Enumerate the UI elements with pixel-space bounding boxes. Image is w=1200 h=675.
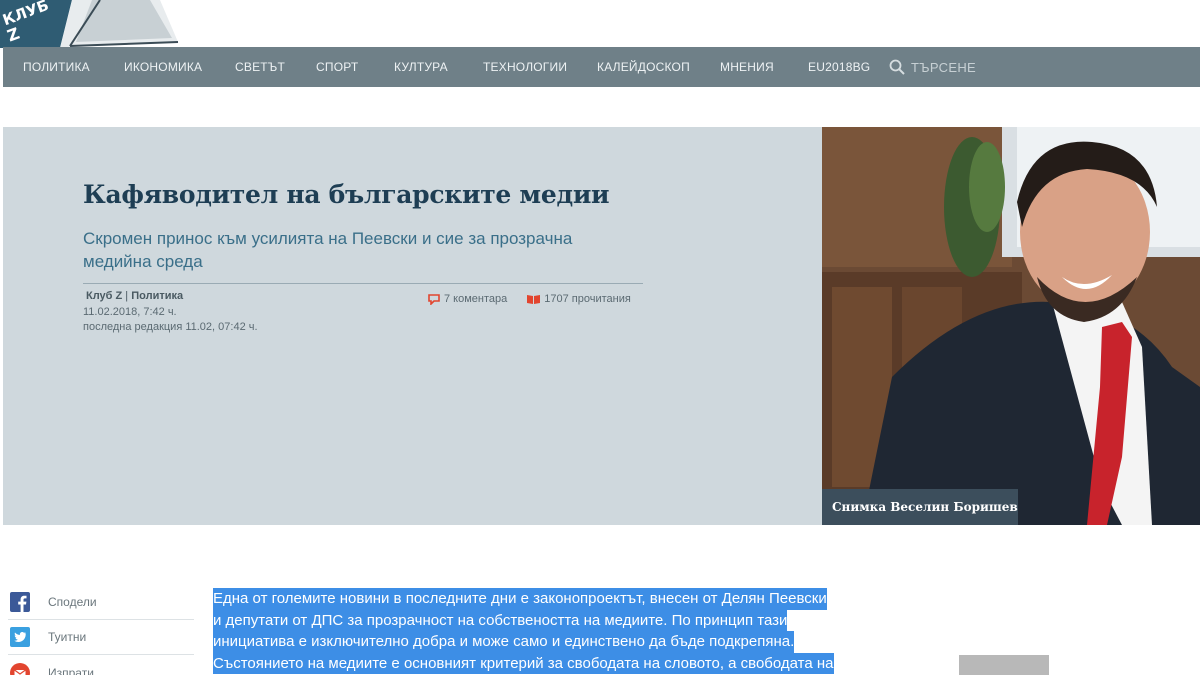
share-label-facebook: Сподели: [48, 595, 97, 609]
search-button[interactable]: ТЪРСЕНЕ: [889, 47, 976, 87]
comment-icon: [428, 293, 440, 305]
nav-item-sport[interactable]: СПОРТ: [316, 60, 358, 74]
comments-count: 7 коментара: [444, 293, 508, 305]
article-meta: Клуб Z | Политика 11.02.2018, 7:42 ч. по…: [83, 289, 258, 336]
search-icon: [889, 59, 905, 75]
book-icon: [527, 295, 541, 304]
views-stat: 1707 прочитания: [527, 293, 631, 305]
nav-item-svetat[interactable]: СВЕТЪТ: [235, 60, 285, 74]
source-link[interactable]: Клуб Z: [86, 290, 122, 302]
share-twitter-button[interactable]: Туитни: [8, 620, 194, 655]
meta-separator: |: [122, 290, 132, 302]
views-count: 1707 прочитания: [544, 293, 631, 305]
photo-image: [822, 127, 1200, 525]
article-stats: 7 коментара 1707 прочитания: [428, 293, 631, 305]
article-title: Кафяводител на българските медии: [83, 180, 610, 209]
photo-caption: Снимка Веселин Боришев: [822, 489, 1018, 525]
article-date: 11.02.2018, 7:42 ч.: [83, 305, 177, 318]
site-logo[interactable]: КЛУБ Z: [0, 0, 200, 48]
article-photo: Снимка Веселин Боришев: [822, 127, 1200, 525]
email-icon: [10, 662, 30, 675]
search-label: ТЪРСЕНЕ: [911, 59, 976, 75]
share-label-email: Изпрати: [48, 665, 94, 675]
share-label-twitter: Туитни: [48, 630, 87, 644]
category-link[interactable]: Политика: [131, 290, 183, 302]
nav-item-ikonomika[interactable]: ИКОНОМИКА: [124, 60, 202, 74]
article-body[interactable]: Една от големите новини в последните дни…: [213, 588, 913, 674]
nav-item-politika[interactable]: ПОЛИТИКА: [23, 60, 90, 74]
share-facebook-button[interactable]: Сподели: [8, 585, 194, 620]
facebook-icon: [10, 592, 30, 612]
body-line: и депутати от ДПС за прозрачност на собс…: [213, 609, 788, 631]
body-line: инициатива е изключително добра и може с…: [213, 631, 795, 653]
comments-link[interactable]: 7 коментара: [428, 293, 507, 305]
article-source: Клуб Z | Политика: [83, 289, 258, 305]
nav-item-eu2018bg[interactable]: EU2018BG: [808, 60, 870, 74]
body-line: Една от големите новини в последните дни…: [213, 588, 827, 610]
twitter-icon: [10, 627, 30, 647]
ad-placeholder: [959, 655, 1049, 675]
nav-item-tehnologii[interactable]: ТЕХНОЛОГИИ: [483, 60, 567, 74]
nav-item-kultura[interactable]: КУЛТУРА: [394, 60, 448, 74]
main-nav: ПОЛИТИКА ИКОНОМИКА СВЕТЪТ СПОРТ КУЛТУРА …: [3, 47, 1200, 87]
share-panel: Сподели Туитни Изпрати: [8, 585, 194, 675]
article-subtitle: Скромен принос към усилията на Пеевски и…: [83, 229, 573, 271]
body-line: Състоянието на медиите е основният крите…: [213, 652, 834, 674]
share-email-button[interactable]: Изпрати: [8, 655, 194, 675]
divider: [83, 283, 643, 284]
article-hero: Кафяводител на българските медии Скромен…: [3, 127, 1200, 525]
article-edited: последна редакция 11.02, 07:42 ч.: [83, 321, 258, 333]
nav-item-kaleidoskop[interactable]: КАЛЕЙДОСКОП: [597, 60, 690, 74]
nav-item-mnenia[interactable]: МНЕНИЯ: [720, 60, 774, 74]
